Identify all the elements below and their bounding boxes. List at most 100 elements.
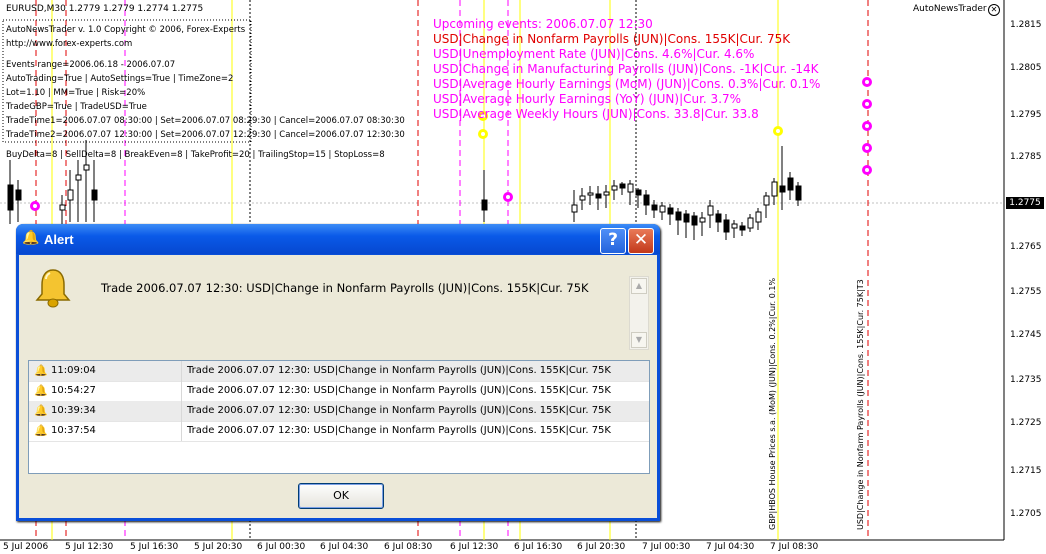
candle-body [675,211,682,221]
candle-body [571,204,578,213]
bell-icon [35,269,71,308]
event-marker-center [865,80,869,84]
candle-body [643,194,650,206]
info-line: AutoTrading=True | AutoSettings=True | T… [6,74,234,84]
info-line: http://www.forex-experts.com [6,39,133,49]
price-tick-label: 1.2795 [1010,110,1042,120]
candle-body [763,195,770,206]
info-line: Lot=1.10 | MM=True | Risk=20% [6,88,146,98]
list-item[interactable]: 🔔 10:54:27 Trade 2006.07.07 12:30: USD|C… [29,381,649,402]
candle-body [715,213,722,223]
list-item[interactable]: 🔔 11:09:04 Trade 2006.07.07 12:30: USD|C… [29,361,649,382]
candle-body [691,215,698,226]
candle-body [723,219,730,233]
candle-body [83,164,90,171]
bell-icon: 🔔 [34,364,48,377]
ea-name-label: AutoNewsTrader [913,4,987,14]
candle-body [587,192,594,196]
price-tick-label: 1.2715 [1010,466,1042,476]
info-line: BuyDelta=8 | SellDelta=8 | BreakEven=8 |… [6,150,385,160]
time-tick-label: 5 Jul 16:30 [130,542,179,552]
event-line: USD|Unemployment Rate (JUN)|Cons. 4.6%|C… [433,47,755,61]
candle-body [651,204,658,211]
time-tick-label: 5 Jul 12:30 [65,542,114,552]
price-tick-label: 1.2755 [1010,287,1042,297]
time-tick-label: 6 Jul 20:30 [577,542,626,552]
candle-body [731,223,738,229]
close-circle-icon[interactable]: ✕ [988,4,1000,16]
events-heading: Upcoming events: 2006.07.07 12:30 [433,17,653,31]
candle-body [619,183,626,189]
event-marker-center [865,102,869,106]
price-tick-label: 1.2745 [1010,330,1042,340]
candle-body [59,204,66,211]
candle-body [7,184,14,211]
info-line: AutoNewsTrader v. 1.0 Copyright © 2006, … [6,25,246,35]
event-line: USD|Average Hourly Earnings (YoY) (JUN)|… [433,92,742,106]
candle-body [795,185,802,201]
price-tick-label: 1.2735 [1010,375,1042,385]
candle-body [67,189,74,201]
close-button[interactable]: ✕ [628,228,654,254]
info-line: TradeTime2=2006.07.07 12:30:00 | Set=200… [6,130,405,140]
price-tick-label: 1.2785 [1010,152,1042,162]
ok-button[interactable]: OK [298,483,384,509]
price-tick-label: 1.2725 [1010,418,1042,428]
dialog-titlebar[interactable]: 🔔 Alert ? ✕ [16,224,660,254]
message-scrollbar[interactable]: ▲ ▼ [629,276,649,350]
candle-body [15,189,22,201]
candle-body [627,183,634,193]
candle-body [739,225,746,231]
row-text: Trade 2006.07.07 12:30: USD|Change in No… [187,405,611,416]
bell-icon: 🔔 [34,404,48,417]
time-tick-label: 6 Jul 04:30 [320,542,369,552]
row-time: 10:54:27 [51,385,96,396]
candle-body [659,205,666,213]
current-price-badge: 1.2775 [1006,197,1044,209]
time-tick-label: 5 Jul 2006 [3,542,49,552]
info-line: TradeGBP=True | TradeUSD=True [6,102,147,112]
event-vertical-label-usd: USD|Change in Nonfarm Payrolls (JUN)|Con… [856,279,865,530]
event-marker-center [506,195,510,199]
info-line: Events range=2006.06.18 - 2006.07.07 [6,60,176,70]
row-text: Trade 2006.07.07 12:30: USD|Change in No… [187,425,611,436]
time-tick-label: 7 Jul 08:30 [770,542,819,552]
time-tick-label: 6 Jul 08:30 [384,542,433,552]
price-tick-label: 1.2705 [1010,509,1042,519]
candle-body [611,185,618,191]
event-line: USD|Average Hourly Earnings (MoM) (JUN)|… [433,77,821,91]
price-tick-label: 1.2765 [1010,242,1042,252]
scroll-up-button[interactable]: ▲ [631,278,647,294]
list-item[interactable]: 🔔 10:39:34 Trade 2006.07.07 12:30: USD|C… [29,401,649,422]
alert-history-list[interactable]: 🔔 11:09:04 Trade 2006.07.07 12:30: USD|C… [28,360,650,474]
help-button[interactable]: ? [600,228,626,254]
bell-icon: 🔔 [22,230,40,246]
candle-body [747,217,754,229]
event-marker-center [776,129,780,133]
info-line: TradeTime1=2006.07.07 08:30:00 | Set=200… [6,116,405,126]
event-marker-center [33,204,37,208]
alert-message: Trade 2006.07.07 12:30: USD|Change in No… [101,281,589,295]
bell-icon: 🔔 [34,384,48,397]
event-line: USD|Average Weekly Hours (JUN)|Cons. 33.… [433,107,759,121]
event-line: USD|Change in Manufacturing Payrolls (JU… [433,62,819,76]
candle-body [667,207,674,215]
candle-body [481,199,488,211]
candle-body [699,217,706,223]
price-tick-label: 1.2815 [1010,20,1042,30]
candle-body [635,189,642,196]
time-tick-label: 6 Jul 16:30 [514,542,563,552]
row-text: Trade 2006.07.07 12:30: USD|Change in No… [187,385,611,396]
candle-body [707,205,714,216]
bell-icon: 🔔 [34,424,48,437]
dialog-client-area: Trade 2006.07.07 12:30: USD|Change in No… [19,255,657,518]
candle-body [75,174,82,181]
row-time: 10:37:54 [51,425,96,436]
time-tick-label: 6 Jul 00:30 [257,542,306,552]
event-line: USD|Change in Nonfarm Payrolls (JUN)|Con… [433,32,791,46]
scroll-down-button[interactable]: ▼ [631,332,647,348]
symbol-quote-line: EURUSD,M30 1.2779 1.2779 1.2774 1.2775 [6,4,204,14]
candle-body [579,195,586,201]
row-time: 10:39:34 [51,405,96,416]
list-item[interactable]: 🔔 10:37:54 Trade 2006.07.07 12:30: USD|C… [29,421,649,442]
